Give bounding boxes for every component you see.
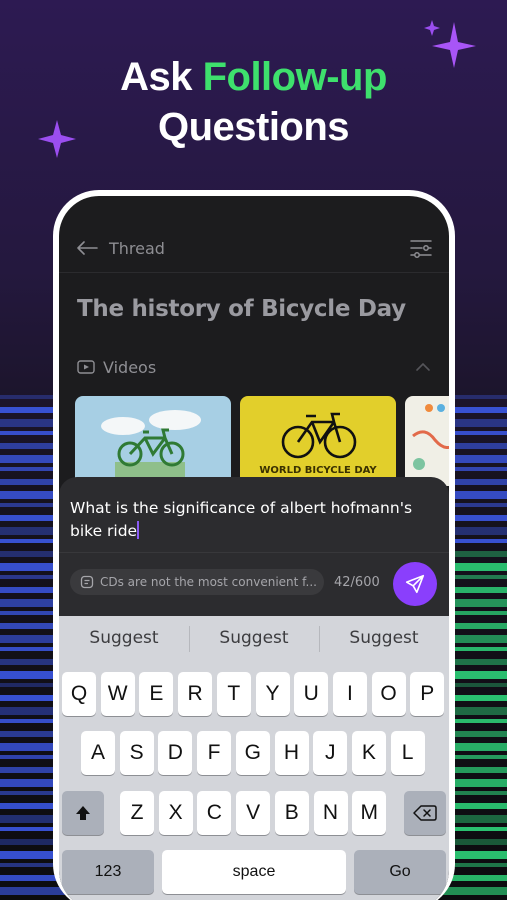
video-thumbnail[interactable]: WORLD BICYCLE DAY: [240, 396, 396, 486]
sparkle-icon: [38, 120, 76, 158]
sparkle-icon: [424, 20, 476, 68]
key-c[interactable]: C: [197, 791, 232, 835]
section-label: Videos: [103, 357, 157, 377]
thumbnail-caption: WORLD BICYCLE DAY: [259, 465, 377, 476]
key-l[interactable]: L: [390, 731, 425, 775]
suggestion-bar: Suggest Suggest Suggest: [59, 616, 449, 660]
play-rectangle-icon: [77, 360, 95, 374]
key-f[interactable]: F: [197, 731, 232, 775]
key-y[interactable]: Y: [255, 672, 290, 716]
video-thumbnail[interactable]: [75, 396, 231, 486]
video-thumbnail[interactable]: [405, 396, 449, 486]
suggestion-item[interactable]: Suggest: [189, 626, 319, 652]
headline-accent: Follow-up: [202, 55, 388, 99]
key-j[interactable]: J: [313, 731, 348, 775]
key-k[interactable]: K: [351, 731, 386, 775]
key-s[interactable]: S: [119, 731, 154, 775]
divider: [59, 272, 449, 273]
key-t[interactable]: T: [216, 672, 251, 716]
space-key[interactable]: space: [162, 850, 346, 894]
key-b[interactable]: B: [274, 791, 309, 835]
key-u[interactable]: U: [294, 672, 329, 716]
question-input[interactable]: What is the significance of albert hofma…: [70, 497, 430, 543]
numbers-key[interactable]: 123: [62, 850, 154, 894]
suggestion-item[interactable]: Suggest: [59, 628, 189, 648]
backspace-key[interactable]: [404, 791, 446, 835]
key-q[interactable]: Q: [62, 672, 96, 716]
headline-text: Ask: [120, 55, 203, 99]
key-g[interactable]: G: [235, 731, 270, 775]
key-h[interactable]: H: [274, 731, 309, 775]
arrow-left-icon: [77, 241, 98, 255]
chevron-up-icon: [416, 362, 430, 371]
key-x[interactable]: X: [158, 791, 193, 835]
key-z[interactable]: Z: [120, 791, 154, 835]
context-chip-label: CDs are not the most convenient f...: [100, 575, 317, 589]
context-chip[interactable]: CDs are not the most convenient f...: [70, 569, 324, 595]
thread-title: The history of Bicycle Day: [77, 296, 406, 322]
back-label: Thread: [109, 238, 165, 258]
paper-plane-icon: [405, 574, 425, 594]
sliders-icon[interactable]: [409, 236, 433, 260]
videos-section-header[interactable]: Videos: [77, 356, 431, 378]
shift-key[interactable]: [62, 791, 104, 835]
key-d[interactable]: D: [158, 731, 193, 775]
key-n[interactable]: N: [313, 791, 348, 835]
key-o[interactable]: O: [371, 672, 406, 716]
bicycle-illustration: [101, 410, 201, 486]
app-screen: Thread The history of Bicycle Day Videos: [59, 196, 449, 900]
back-button[interactable]: Thread: [75, 236, 165, 260]
question-input-value: What is the significance of albert hofma…: [70, 499, 413, 540]
key-m[interactable]: M: [352, 791, 387, 835]
key-a[interactable]: A: [81, 731, 115, 775]
key-v[interactable]: V: [236, 791, 271, 835]
key-e[interactable]: E: [139, 672, 174, 716]
divider: [59, 552, 449, 553]
key-p[interactable]: P: [410, 672, 445, 716]
follow-up-composer: What is the significance of albert hofma…: [59, 477, 449, 616]
shift-arrow-icon: [76, 806, 90, 820]
go-key[interactable]: Go: [354, 850, 446, 894]
key-r[interactable]: R: [178, 672, 213, 716]
backspace-icon: [413, 805, 437, 821]
suggestion-item[interactable]: Suggest: [319, 626, 449, 652]
thumbnail-illustration: [412, 404, 449, 470]
on-screen-keyboard: Suggest Suggest Suggest 123 space Go QWE…: [59, 616, 449, 900]
key-i[interactable]: I: [332, 672, 367, 716]
document-icon: [80, 575, 94, 589]
phone-frame: Thread The history of Bicycle Day Videos: [53, 190, 455, 900]
character-count: 42/600: [334, 575, 380, 590]
send-button[interactable]: [393, 562, 437, 606]
text-caret: [137, 521, 140, 539]
top-bar: Thread: [59, 230, 449, 266]
key-w[interactable]: W: [100, 672, 135, 716]
